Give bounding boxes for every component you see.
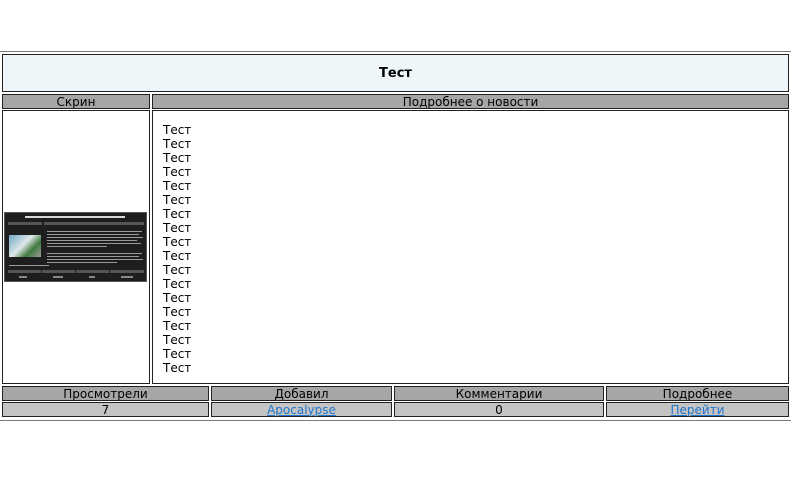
- news-line: Тест: [163, 249, 192, 263]
- screen-column-label: Скрин: [56, 94, 96, 109]
- author-header-label: Добавил: [274, 386, 329, 401]
- news-line: Тест: [163, 319, 192, 333]
- views-header: Просмотрели: [2, 386, 209, 401]
- news-line: Тест: [163, 333, 192, 347]
- more-header: Подробнее: [606, 386, 789, 401]
- top-rule: [0, 51, 791, 52]
- news-line: Тест: [163, 165, 192, 179]
- author-link[interactable]: Apocalypse: [267, 404, 336, 416]
- news-title: Тест: [379, 65, 412, 81]
- news-body-text: Тест Тест Тест Тест Тест Тест Тест Тест Тест Тест…: [163, 123, 191, 375]
- more-header-label: Подробнее: [662, 386, 733, 401]
- details-column-label: Подробнее о новости: [402, 94, 539, 109]
- screenshot-thumbnail-icon[interactable]: [4, 212, 147, 282]
- news-line: Тест: [163, 305, 192, 319]
- author-header: Добавил: [211, 386, 392, 401]
- comments-value-cell: 0: [394, 402, 604, 417]
- author-value-cell: Apocalypse: [211, 402, 392, 417]
- comments-header-label: Комментарии: [455, 386, 543, 401]
- news-page: Тест Скрин Подробнее о новости Тест Тест…: [0, 0, 791, 481]
- news-title-bar: Тест: [2, 54, 789, 92]
- news-line: Тест: [163, 193, 192, 207]
- news-line: Тест: [163, 151, 192, 165]
- comments-header: Комментарии: [394, 386, 604, 401]
- views-header-label: Просмотрели: [63, 386, 148, 401]
- screen-column-header: Скрин: [2, 94, 150, 109]
- news-body-cell: Тест Тест Тест Тест Тест Тест Тест Тест Тест Тест…: [152, 110, 789, 384]
- comments-count: 0: [495, 402, 503, 417]
- views-count: 7: [101, 402, 110, 417]
- details-column-header: Подробнее о новости: [152, 94, 789, 109]
- views-value-cell: 7: [2, 402, 209, 417]
- news-line: Тест: [163, 347, 192, 361]
- news-line: Тест: [163, 361, 192, 375]
- more-value-cell: Перейти: [606, 402, 789, 417]
- news-line: Тест: [163, 179, 192, 193]
- bottom-rule: [0, 420, 791, 421]
- news-line: Тест: [163, 235, 192, 249]
- screenshot-cell: [2, 110, 150, 384]
- news-line: Тест: [163, 207, 192, 221]
- news-line: Тест: [163, 291, 192, 305]
- news-line: Тест: [163, 123, 192, 137]
- news-line: Тест: [163, 263, 192, 277]
- read-more-link[interactable]: Перейти: [671, 404, 725, 416]
- news-line: Тест: [163, 277, 192, 291]
- news-line: Тест: [163, 221, 192, 235]
- news-line: Тест: [163, 137, 192, 151]
